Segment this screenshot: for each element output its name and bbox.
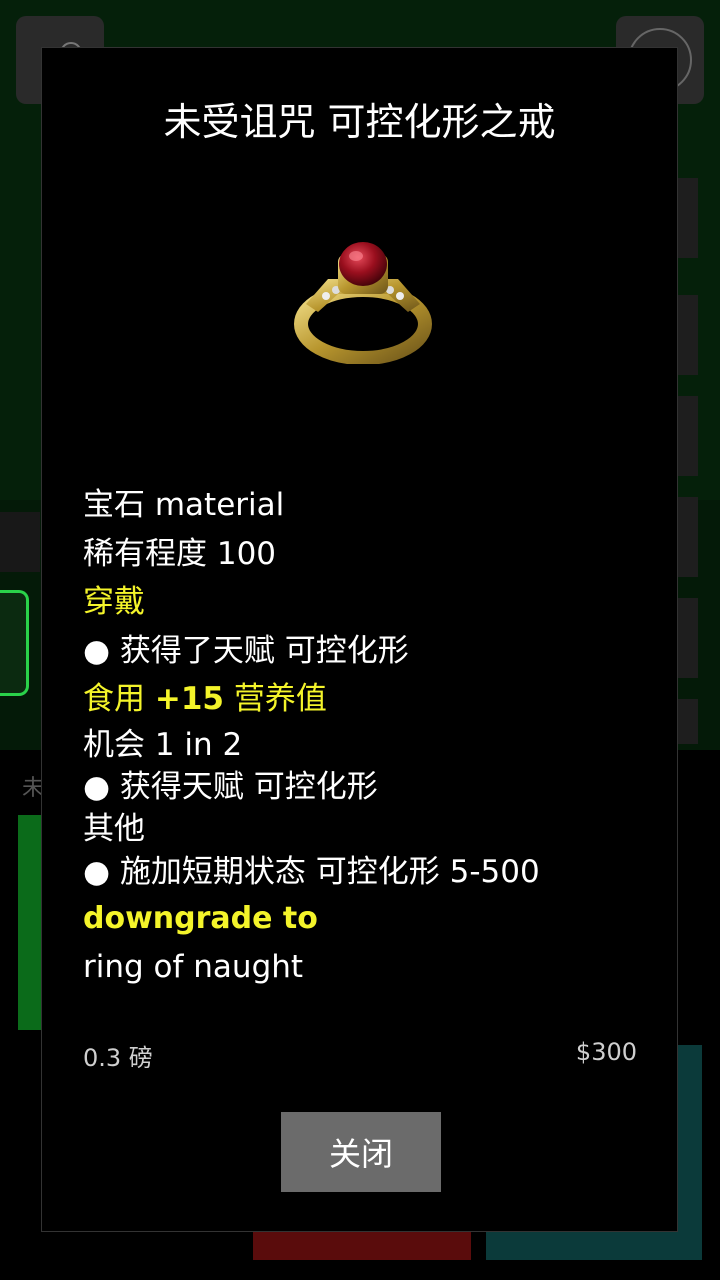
downgrade-target: ring of naught — [83, 949, 304, 985]
background-action-red[interactable] — [253, 1230, 471, 1260]
wear-heading: 穿戴 — [83, 584, 145, 620]
eat-heading-suffix: 营养值 — [223, 681, 327, 717]
dialog-title: 未受诅咒 可控化形之戒 — [163, 100, 556, 144]
other-heading: 其他 — [83, 810, 145, 847]
eat-heading-prefix: 食用 — [83, 681, 155, 717]
other-effect: ● 施加短期状态 可控化形 5-500 — [83, 853, 540, 890]
close-button[interactable]: 关闭 — [281, 1112, 441, 1192]
nutrition-value: +15 — [154, 681, 224, 717]
gold-ruby-ring-icon — [294, 242, 432, 364]
item-detail-dialog: 未受诅咒 可控化形之戒 宝石 material 稀有程度 100 穿戴 ● 获得… — [41, 47, 678, 1232]
background-strip — [0, 512, 40, 572]
item-price: $300 — [575, 1038, 637, 1066]
rarity-line: 稀有程度 100 — [83, 535, 277, 572]
background-toggle[interactable] — [0, 590, 29, 696]
eat-effect: ● 获得天赋 可控化形 — [83, 768, 378, 805]
item-properties: 宝石 material 稀有程度 100 穿戴 ● 获得了天赋 可控化形 食用 … — [83, 481, 643, 992]
side-tab[interactable] — [676, 295, 698, 375]
chance-line: 机会 1 in 2 — [83, 726, 243, 763]
wear-effect: ● 获得了天赋 可控化形 — [83, 632, 409, 669]
material-line: 宝石 material — [83, 487, 285, 523]
side-tab[interactable] — [676, 598, 698, 678]
side-tab[interactable] — [676, 497, 698, 577]
screen: 未 未受诅咒 可控化形之戒 宝石 material 稀有程度 100 穿戴 ● … — [0, 0, 720, 1280]
side-tab[interactable] — [676, 178, 698, 258]
side-tab[interactable] — [676, 699, 698, 744]
item-weight: 0.3 磅 — [83, 1044, 153, 1072]
side-tab[interactable] — [676, 396, 698, 476]
downgrade-heading: downgrade to — [83, 900, 318, 936]
background-action-green[interactable] — [18, 815, 42, 1030]
eat-heading: 食用 +15 营养值 — [83, 675, 643, 724]
